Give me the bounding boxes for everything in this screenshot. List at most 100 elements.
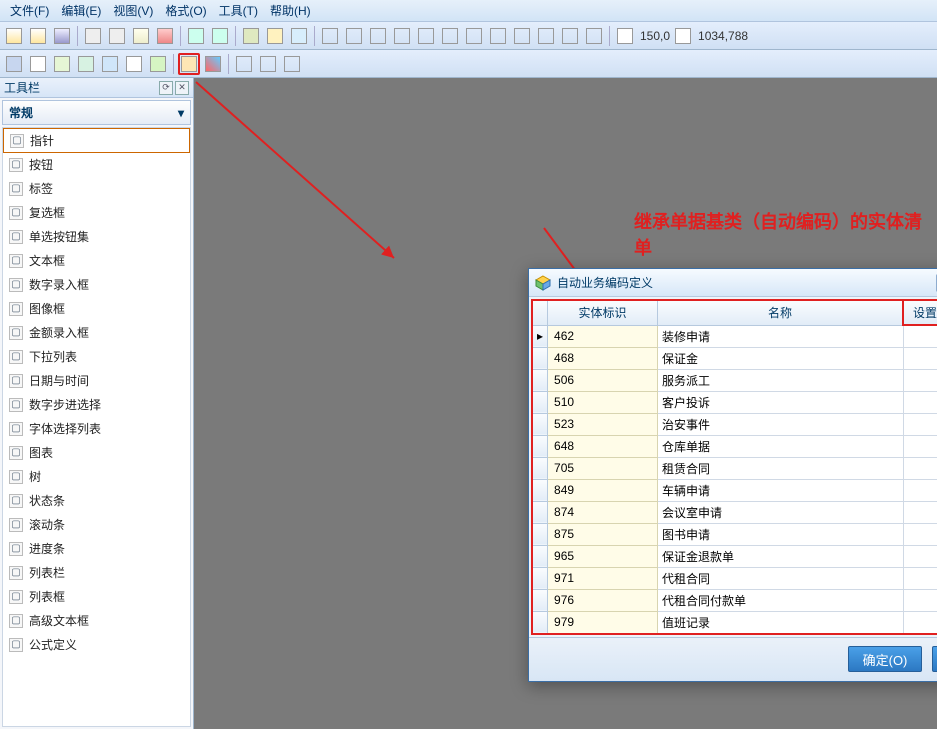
table-row[interactable]: 468保证金 (532, 347, 937, 369)
table-row[interactable]: 875图书申请 (532, 523, 937, 545)
menu-file[interactable]: 文件(F) (4, 0, 55, 21)
new-icon[interactable] (3, 25, 25, 47)
align-middle-icon[interactable] (415, 25, 437, 47)
cell-name[interactable]: 代租合同付款单 (658, 589, 903, 611)
design-canvas[interactable]: 继承单据基类（自动编码）的实体清单 自动业务编码定义 — ▢ ✕ 实体标识 (194, 78, 937, 729)
cell-auto-code[interactable] (903, 567, 937, 589)
menu-tools[interactable]: 工具(T) (213, 0, 264, 21)
cell-name[interactable]: 装修申请 (658, 325, 903, 347)
cut-icon[interactable] (82, 25, 104, 47)
table-row[interactable]: 874会议室申请 (532, 501, 937, 523)
align-bottom-icon[interactable] (439, 25, 461, 47)
toolbox-item[interactable]: ▢按钮 (3, 153, 190, 177)
menu-edit[interactable]: 编辑(E) (55, 0, 107, 21)
undo-icon[interactable] (185, 25, 207, 47)
align-center-icon[interactable] (343, 25, 365, 47)
table-row[interactable]: 510客户投诉 (532, 391, 937, 413)
table-row[interactable]: 849车辆申请 (532, 479, 937, 501)
table-row[interactable]: ▸462装修申请 (532, 325, 937, 347)
align-right-icon[interactable] (367, 25, 389, 47)
toolbox-item[interactable]: ▢滚动条 (3, 513, 190, 537)
cell-auto-code[interactable] (903, 611, 937, 634)
toolbox-item[interactable]: ▢公式定义 (3, 633, 190, 657)
toolbox-item[interactable]: ▢列表栏 (3, 561, 190, 585)
toolbox-item[interactable]: ▢字体选择列表 (3, 417, 190, 441)
cell-name[interactable]: 保证金 (658, 347, 903, 369)
toolbox-item[interactable]: ▢数字录入框 (3, 273, 190, 297)
toolbox-item[interactable]: ▢日期与时间 (3, 369, 190, 393)
add-icon[interactable] (147, 53, 169, 75)
cell-name[interactable]: 服务派工 (658, 369, 903, 391)
cell-auto-code[interactable] (903, 501, 937, 523)
dialog-titlebar[interactable]: 自动业务编码定义 — ▢ ✕ (529, 269, 937, 297)
cell-auto-code[interactable] (903, 545, 937, 567)
toolbox-item[interactable]: ▢单选按钮集 (3, 225, 190, 249)
cell-name[interactable]: 保证金退款单 (658, 545, 903, 567)
toolbox-item[interactable]: ▢高级文本框 (3, 609, 190, 633)
table-row[interactable]: 705租赁合同 (532, 457, 937, 479)
table-row[interactable]: 979值班记录 (532, 611, 937, 634)
cell-entity-id[interactable]: 705 (548, 457, 658, 479)
toolbox-item[interactable]: ▢复选框 (3, 201, 190, 225)
delete-icon[interactable] (154, 25, 176, 47)
cell-name[interactable]: 治安事件 (658, 413, 903, 435)
cancel-button[interactable]: 取消(C) (932, 646, 937, 672)
table-row[interactable]: 523治安事件 (532, 413, 937, 435)
toolbox-item[interactable]: ▢标签 (3, 177, 190, 201)
cell-auto-code[interactable] (903, 457, 937, 479)
cell-name[interactable]: 仓库单据 (658, 435, 903, 457)
cell-name[interactable]: 图书申请 (658, 523, 903, 545)
cell-entity-id[interactable]: 979 (548, 611, 658, 634)
cell-auto-code[interactable] (903, 347, 937, 369)
toolbox-item[interactable]: ▢状态条 (3, 489, 190, 513)
toolbox-item[interactable]: ▢指针 (3, 128, 190, 153)
save-icon[interactable] (51, 25, 73, 47)
menu-format[interactable]: 格式(O) (159, 0, 212, 21)
cell-name[interactable]: 会议室申请 (658, 501, 903, 523)
cell-name[interactable]: 代租合同 (658, 567, 903, 589)
layout1-icon[interactable] (233, 53, 255, 75)
globe-icon[interactable] (99, 53, 121, 75)
cell-entity-id[interactable]: 523 (548, 413, 658, 435)
cell-name[interactable]: 值班记录 (658, 611, 903, 634)
cell-entity-id[interactable]: 462 (548, 325, 658, 347)
cell-auto-code[interactable] (903, 369, 937, 391)
cell-entity-id[interactable]: 510 (548, 391, 658, 413)
align-top-icon[interactable] (391, 25, 413, 47)
table-row[interactable]: 506服务派工 (532, 369, 937, 391)
size-both-icon[interactable] (559, 25, 581, 47)
toolbox-item[interactable]: ▢树 (3, 465, 190, 489)
entity-grid[interactable]: 实体标识 名称 设置为自动编码 ▸462装修申请468保证金506服务派工510… (531, 299, 937, 635)
align-left-icon[interactable] (319, 25, 341, 47)
cell-auto-code[interactable] (903, 391, 937, 413)
cell-entity-id[interactable]: 648 (548, 435, 658, 457)
toolbox-item[interactable]: ▢列表框 (3, 585, 190, 609)
menu-view[interactable]: 视图(V) (107, 0, 159, 21)
lock-icon[interactable] (27, 53, 49, 75)
toolbox-item[interactable]: ▢进度条 (3, 537, 190, 561)
size-h-icon[interactable] (535, 25, 557, 47)
cell-entity-id[interactable]: 875 (548, 523, 658, 545)
cell-entity-id[interactable]: 976 (548, 589, 658, 611)
size-w-icon[interactable] (511, 25, 533, 47)
cell-auto-code[interactable] (903, 479, 937, 501)
layout2-icon[interactable] (257, 53, 279, 75)
dist-h-icon[interactable] (463, 25, 485, 47)
cell-name[interactable]: 租赁合同 (658, 457, 903, 479)
table-row[interactable]: 965保证金退款单 (532, 545, 937, 567)
grid2-icon[interactable] (264, 25, 286, 47)
cell-auto-code[interactable] (903, 413, 937, 435)
spacing-icon[interactable] (583, 25, 605, 47)
cell-auto-code[interactable] (903, 325, 937, 347)
redo-icon[interactable] (209, 25, 231, 47)
db-icon[interactable] (3, 53, 25, 75)
toolbox-item[interactable]: ▢文本框 (3, 249, 190, 273)
grid3-icon[interactable] (288, 25, 310, 47)
cell-auto-code[interactable] (903, 435, 937, 457)
refresh-icon[interactable] (75, 53, 97, 75)
cell-name[interactable]: 客户投诉 (658, 391, 903, 413)
toolbox-item[interactable]: ▢图表 (3, 441, 190, 465)
cell-entity-id[interactable]: 971 (548, 567, 658, 589)
cell-name[interactable]: 车辆申请 (658, 479, 903, 501)
cell-auto-code[interactable] (903, 523, 937, 545)
